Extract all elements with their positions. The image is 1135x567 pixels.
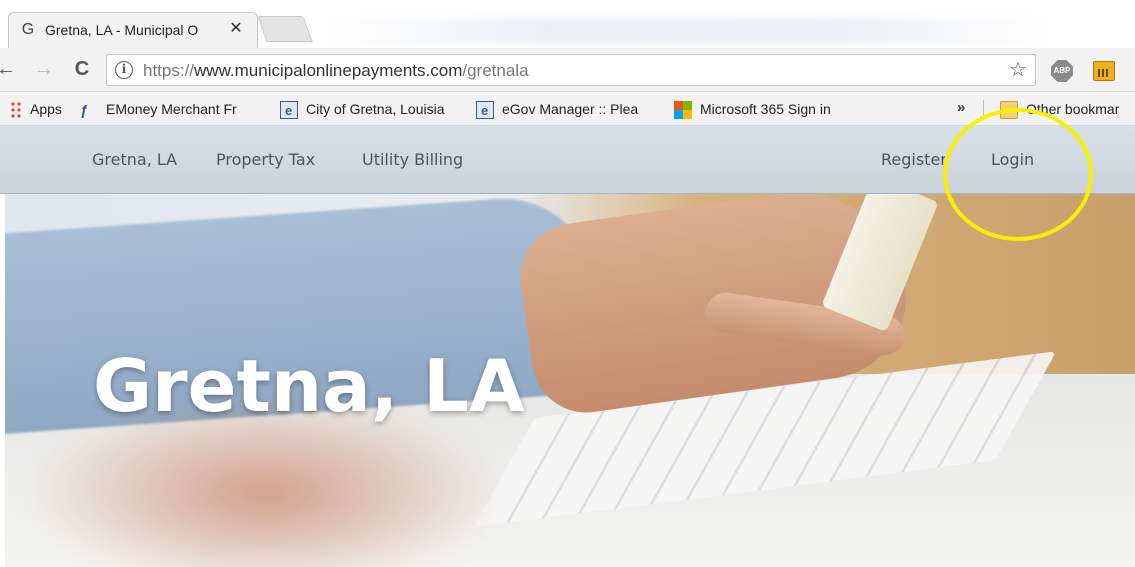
url-path: /gretnala xyxy=(462,61,529,80)
back-arrow-icon[interactable]: ← xyxy=(0,57,18,81)
bookmark-label: EMoney Merchant Fr xyxy=(106,101,237,117)
bookmark-egov-manager[interactable]: eGov Manager :: Plea xyxy=(476,99,639,121)
browser-tab-active[interactable]: G Gretna, LA - Municipal O ✕ xyxy=(8,12,258,48)
forward-arrow-icon[interactable]: → xyxy=(32,57,56,81)
bookmark-label: eGov Manager :: Plea xyxy=(502,101,639,117)
gretna-favicon-icon: G xyxy=(21,21,35,38)
bookmark-label: Apps xyxy=(30,101,62,117)
microsoft-icon xyxy=(674,101,692,120)
hero-banner: Gretna, LA xyxy=(5,194,1135,567)
chart-extension-icon[interactable] xyxy=(1093,61,1115,81)
url-text[interactable]: https://www.municipalonlinepayments.com/… xyxy=(143,61,529,81)
bookmark-star-icon[interactable]: ☆ xyxy=(1007,59,1029,81)
document-icon xyxy=(476,101,494,121)
url-host: www.municipalonlinepayments.com xyxy=(194,61,463,80)
bookmark-apps[interactable]: Apps xyxy=(10,99,62,120)
tab-title: Gretna, LA - Municipal O xyxy=(45,22,199,38)
reload-icon[interactable]: C xyxy=(70,57,94,81)
browser-tabstrip: G Gretna, LA - Municipal O ✕ xyxy=(0,0,1135,48)
bookmark-microsoft-365[interactable]: Microsoft 365 Sign in xyxy=(674,99,831,120)
adblock-extension-icon[interactable]: ABP xyxy=(1051,60,1073,82)
emoney-icon: ƒ xyxy=(80,102,88,119)
apps-grid-icon xyxy=(10,101,22,120)
bookmark-label: Microsoft 365 Sign in xyxy=(700,101,831,117)
nav-utility-billing-link[interactable]: Utility Billing xyxy=(362,150,463,169)
hero-title: Gretna, LA xyxy=(93,344,525,428)
bookmarks-bar: Apps ƒ EMoney Merchant Fr City of Gretna,… xyxy=(0,92,1135,126)
address-bar[interactable]: i https://www.municipalonlinepayments.co… xyxy=(106,54,1036,86)
bookmark-label: City of Gretna, Louisia xyxy=(306,101,445,117)
bookmarks-overflow-button[interactable]: » xyxy=(957,99,965,116)
close-icon[interactable]: ✕ xyxy=(227,20,245,38)
browser-toolbar: ← → C i https://www.municipalonlinepayme… xyxy=(0,48,1135,92)
info-icon[interactable]: i xyxy=(115,61,133,79)
bookmark-city-of-gretna[interactable]: City of Gretna, Louisia xyxy=(280,99,445,121)
url-scheme: https:// xyxy=(143,61,195,80)
bookmark-emoney[interactable]: ƒ EMoney Merchant Fr xyxy=(80,99,237,119)
nav-register-link[interactable]: Register xyxy=(881,150,945,169)
nav-property-tax-link[interactable]: Property Tax xyxy=(216,150,315,169)
nav-home-link[interactable]: Gretna, LA xyxy=(92,150,177,169)
login-highlight-circle xyxy=(943,108,1093,241)
tabstrip-background xyxy=(330,18,1050,44)
document-icon xyxy=(280,101,298,121)
new-tab-button[interactable] xyxy=(257,16,313,42)
